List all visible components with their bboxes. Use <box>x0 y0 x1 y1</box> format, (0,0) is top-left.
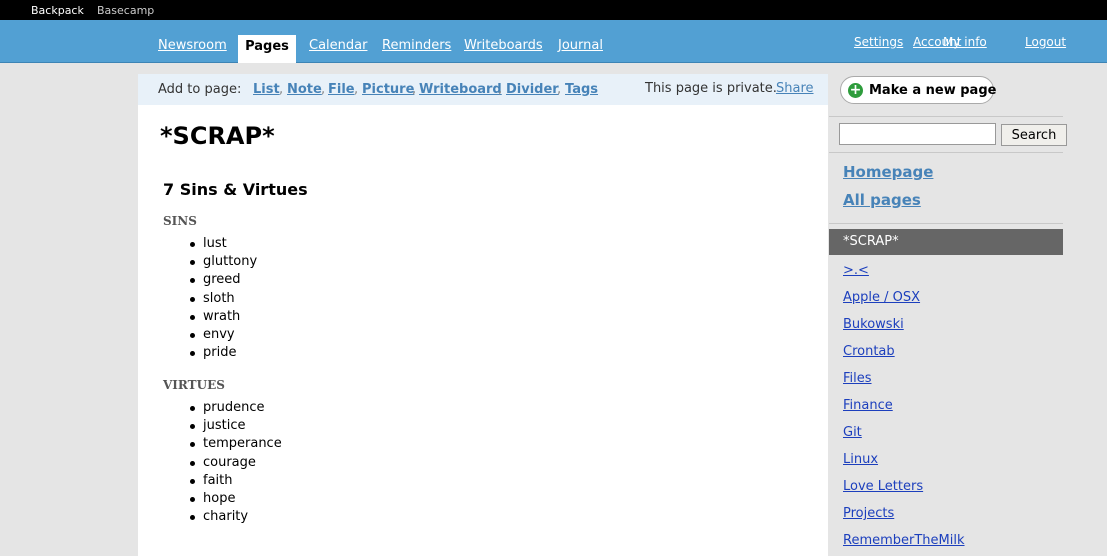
list-item[interactable]: gluttony <box>189 253 257 271</box>
list-item[interactable]: envy <box>189 326 257 344</box>
tab-reminders[interactable]: Reminders <box>382 38 451 53</box>
page-link[interactable]: Bukowski <box>843 317 904 332</box>
list-item[interactable]: greed <box>189 271 257 289</box>
separator: , <box>354 82 359 97</box>
tab-calendar[interactable]: Calendar <box>309 38 367 53</box>
list-item[interactable]: hope <box>190 490 282 508</box>
plus-icon: + <box>848 82 863 98</box>
current-page-item[interactable]: *SCRAP* <box>829 229 1063 255</box>
list-item[interactable]: sloth <box>189 290 257 308</box>
tab-writeboards[interactable]: Writeboards <box>464 38 543 53</box>
list-item: Crontab <box>843 338 965 365</box>
list-item: Finance <box>843 392 965 419</box>
list-item: Apple / OSX <box>843 284 965 311</box>
list-item: Bukowski <box>843 311 965 338</box>
homepage-link[interactable]: Homepage <box>843 163 933 181</box>
make-new-page-button[interactable]: + Make a new page <box>840 76 997 104</box>
add-list-link[interactable]: List <box>253 82 280 97</box>
virtues-heading: VIRTUES <box>163 378 225 392</box>
list-item: Love Letters <box>843 473 965 500</box>
list-title[interactable]: 7 Sins & Virtues <box>163 180 308 199</box>
list-item[interactable]: faith <box>190 472 282 490</box>
divider <box>829 152 1063 153</box>
backpack-app-link[interactable]: Backpack <box>31 4 84 17</box>
list-item[interactable]: justice <box>190 417 282 435</box>
page-link[interactable]: Linux <box>843 452 878 467</box>
list-item: >.< <box>843 257 965 284</box>
list-item[interactable]: wrath <box>189 308 257 326</box>
divider <box>829 223 1063 224</box>
separator: , <box>412 82 417 97</box>
settings-link[interactable]: Settings <box>854 35 903 49</box>
add-file-link[interactable]: File <box>328 82 355 97</box>
tab-pages[interactable]: Pages <box>238 35 296 63</box>
tab-journal[interactable]: Journal <box>558 38 603 53</box>
separator: , <box>279 82 284 97</box>
all-pages-link[interactable]: All pages <box>843 191 921 209</box>
logout-link[interactable]: Logout <box>1025 35 1066 49</box>
add-picture-link[interactable]: Picture <box>362 82 414 97</box>
list-item[interactable]: temperance <box>190 435 282 453</box>
divider <box>829 116 1063 117</box>
add-tags-link[interactable]: Tags <box>565 82 598 97</box>
add-to-page-label: Add to page: <box>158 82 242 97</box>
list-item[interactable]: pride <box>189 344 257 362</box>
sidebar: + Make a new page Search Homepage All pa… <box>829 62 1107 556</box>
page-link[interactable]: Love Letters <box>843 479 923 494</box>
search-button[interactable]: Search <box>1001 124 1067 146</box>
sins-list: lust gluttony greed sloth wrath envy pride <box>189 235 257 362</box>
separator: , <box>557 82 562 97</box>
sins-heading: SINS <box>163 214 197 228</box>
list-item[interactable]: courage <box>190 454 282 472</box>
list-item: Files <box>843 365 965 392</box>
add-writeboard-link[interactable]: Writeboard <box>419 82 502 97</box>
list-item: RememberTheMilk <box>843 527 965 554</box>
tab-newsroom[interactable]: Newsroom <box>158 38 227 53</box>
add-divider-link[interactable]: Divider <box>506 82 559 97</box>
page-content: Add to page: List , Note , File , Pictur… <box>138 74 828 556</box>
virtues-list: prudence justice temperance courage faith hop… <box>190 399 282 526</box>
add-note-link[interactable]: Note <box>287 82 322 97</box>
share-link[interactable]: Share <box>776 81 814 96</box>
page-link[interactable]: >.< <box>843 263 869 278</box>
privacy-status: This page is private. <box>645 81 777 96</box>
page-link[interactable]: Files <box>843 371 872 386</box>
list-item: Git <box>843 419 965 446</box>
page-link[interactable]: Apple / OSX <box>843 290 920 305</box>
main-nav-bar: Newsroom Pages Calendar Reminders Writeb… <box>0 20 1107 63</box>
list-item: Linux <box>843 446 965 473</box>
page-link[interactable]: Crontab <box>843 344 895 359</box>
separator: , <box>321 82 326 97</box>
page-link[interactable]: RememberTheMilk <box>843 533 965 548</box>
list-item[interactable]: charity <box>190 508 282 526</box>
page-link[interactable]: Projects <box>843 506 894 521</box>
add-to-page-bar: Add to page: List , Note , File , Pictur… <box>138 74 828 105</box>
basecamp-app-link[interactable]: Basecamp <box>97 4 154 17</box>
make-new-page-label: Make a new page <box>869 83 997 98</box>
page-link[interactable]: Git <box>843 425 862 440</box>
list-item: Projects <box>843 500 965 527</box>
separator: , <box>498 82 503 97</box>
page-link[interactable]: Finance <box>843 398 893 413</box>
page-title[interactable]: *SCRAP* <box>160 122 275 150</box>
list-item[interactable]: prudence <box>190 399 282 417</box>
list-item[interactable]: lust <box>189 235 257 253</box>
top-app-bar: Backpack Basecamp <box>0 0 1107 20</box>
my-info-link[interactable]: My info <box>943 35 987 49</box>
pages-list: >.< Apple / OSX Bukowski Crontab Files Financ… <box>843 257 965 554</box>
search-input[interactable] <box>839 123 996 145</box>
